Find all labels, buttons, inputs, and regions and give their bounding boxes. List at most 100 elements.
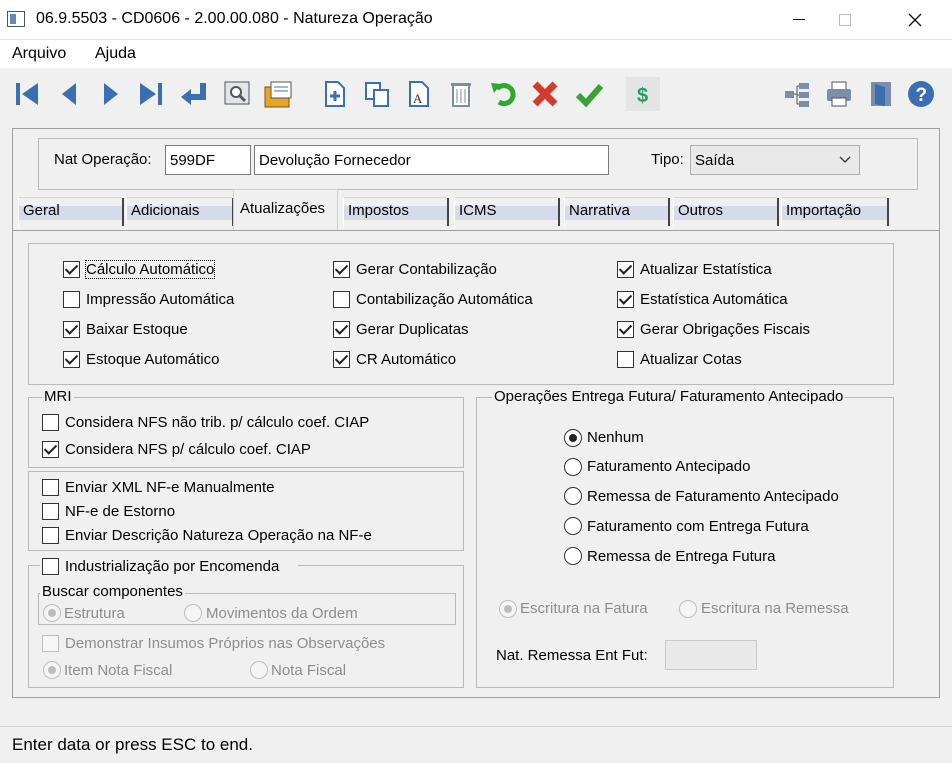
checkbox-gerar-duplicatas[interactable]: [333, 321, 350, 338]
label-escritura-remessa: Escritura na Remessa: [701, 600, 849, 617]
radio-faturamento-antecipado[interactable]: [564, 458, 582, 476]
checkbox-impressao-automatica[interactable]: [63, 291, 80, 308]
radio-remessa-entrega-futura[interactable]: [564, 547, 582, 565]
label-nota-fiscal: Nota Fiscal: [271, 662, 347, 679]
label-calculo-automatico: Cálculo Automático: [84, 260, 216, 279]
help-icon[interactable]: ?: [904, 77, 938, 111]
add-icon[interactable]: [318, 77, 352, 111]
edit-icon[interactable]: A: [402, 77, 436, 111]
label-estatistica-automatica: Estatística Automática: [640, 291, 788, 308]
nat-operacao-desc-input[interactable]: Devolução Fornecedor: [254, 145, 609, 175]
checkbox-mri-considera[interactable]: [42, 441, 59, 458]
next-icon[interactable]: [94, 77, 128, 111]
nat-operacao-code-input[interactable]: 599DF: [165, 145, 251, 175]
label-remessa-entrega-futura: Remessa de Entrega Futura: [587, 548, 776, 565]
label-impressao-automatica: Impressão Automática: [86, 291, 235, 308]
radio-movimentos-ordem[interactable]: [184, 604, 202, 622]
search-icon[interactable]: [220, 77, 254, 111]
copy-icon[interactable]: [360, 77, 394, 111]
menu-ajuda[interactable]: Ajuda: [95, 45, 136, 63]
exit-icon[interactable]: [864, 77, 898, 111]
radio-nota-fiscal[interactable]: [250, 661, 268, 679]
label-cr-automatico: CR Automático: [356, 351, 457, 368]
dollar-icon[interactable]: $: [626, 77, 660, 111]
checkbox-gerar-contabilizacao[interactable]: [333, 261, 350, 278]
checkbox-enviar-descricao[interactable]: [42, 527, 59, 544]
label-mri-nao-trib: Considera NFS não trib. p/ cálculo coef.…: [65, 414, 370, 431]
maximize-button[interactable]: [822, 0, 868, 40]
label-estrutura: Estrutura: [64, 605, 125, 622]
label-enviar-xml: Enviar XML NF-e Manualmente: [65, 479, 275, 496]
checkbox-calculo-automatico[interactable]: [63, 261, 80, 278]
label-item-nota-fiscal: Item Nota Fiscal: [64, 662, 173, 679]
checkbox-industrializacao[interactable]: [42, 558, 59, 575]
label-mri-considera: Considera NFS p/ cálculo coef. CIAP: [65, 441, 311, 458]
zoom-icon[interactable]: [262, 77, 296, 111]
undo-icon[interactable]: [486, 77, 520, 111]
tab-icms[interactable]: ICMS: [454, 197, 560, 227]
cancel-icon[interactable]: [528, 77, 562, 111]
label-industrializacao: Industrialização por Encomenda: [65, 558, 280, 575]
checkbox-nfe-estorno[interactable]: [42, 503, 59, 520]
svg-text:?: ?: [916, 85, 928, 106]
nat-remessa-input[interactable]: [665, 640, 757, 670]
label-remessa-faturamento-antecipado: Remessa de Faturamento Antecipado: [587, 488, 839, 505]
label-faturamento-entrega-futura: Faturamento com Entrega Futura: [587, 518, 809, 535]
print-icon[interactable]: [822, 77, 856, 111]
delete-icon[interactable]: [444, 77, 478, 111]
radio-escritura-remessa[interactable]: [679, 600, 697, 618]
minimize-button[interactable]: [776, 0, 822, 40]
radio-item-nota-fiscal[interactable]: [43, 661, 61, 679]
radio-remessa-faturamento-antecipado[interactable]: [564, 487, 582, 505]
svg-text:A: A: [413, 91, 423, 106]
tab-adicionais[interactable]: Adicionais: [126, 197, 234, 227]
checkbox-baixar-estoque[interactable]: [63, 321, 80, 338]
checkbox-estatistica-automatica[interactable]: [617, 291, 634, 308]
menu-bar: Arquivo Ajuda: [0, 40, 952, 68]
buscar-componentes-title: Buscar componentes: [40, 583, 185, 600]
checkbox-cr-automatico[interactable]: [333, 351, 350, 368]
label-faturamento-antecipado: Faturamento Antecipado: [587, 458, 751, 475]
tree-icon[interactable]: [780, 77, 814, 111]
radio-faturamento-entrega-futura[interactable]: [564, 517, 582, 535]
checkbox-estoque-automatico[interactable]: [63, 351, 80, 368]
checkbox-gerar-obrigacoes-fiscais[interactable]: [617, 321, 634, 338]
tab-outros[interactable]: Outros: [673, 197, 779, 227]
tipo-value: Saída: [695, 152, 735, 169]
label-demonstrar-insumos: Demonstrar Insumos Próprios nas Observaç…: [65, 635, 386, 652]
label-baixar-estoque: Baixar Estoque: [86, 321, 188, 338]
checkbox-mri-nao-trib[interactable]: [42, 414, 59, 431]
last-icon[interactable]: [134, 77, 168, 111]
close-button[interactable]: [892, 0, 938, 40]
label-enviar-descricao: Enviar Descrição Natureza Operação na NF…: [65, 527, 372, 544]
previous-icon[interactable]: [52, 77, 86, 111]
tab-atualizacoes[interactable]: Atualizações: [233, 189, 338, 231]
save-icon[interactable]: [572, 77, 606, 111]
checkbox-atualizar-cotas[interactable]: [617, 351, 634, 368]
checkbox-atualizar-estatistica[interactable]: [617, 261, 634, 278]
close-icon: [908, 13, 922, 27]
status-bar: Enter data or press ESC to end.: [0, 726, 952, 763]
tipo-select[interactable]: Saída: [690, 145, 860, 175]
tab-importacao[interactable]: Importação: [781, 197, 889, 227]
tab-impostos[interactable]: Impostos: [343, 197, 449, 227]
checkbox-contabilizacao-automatica[interactable]: [333, 291, 350, 308]
checkbox-enviar-xml[interactable]: [42, 479, 59, 496]
checkbox-demonstrar-insumos[interactable]: [42, 635, 59, 652]
label-estoque-automatico: Estoque Automático: [86, 351, 220, 368]
tab-narrativa[interactable]: Narrativa: [564, 197, 670, 227]
label-escritura-fatura: Escritura na Fatura: [520, 600, 648, 617]
radio-estrutura[interactable]: [43, 604, 61, 622]
radio-escritura-fatura[interactable]: [499, 600, 517, 618]
title-bar: 06.9.5503 - CD0606 - 2.00.00.080 - Natur…: [0, 0, 952, 40]
label-atualizar-estatistica: Atualizar Estatística: [640, 261, 772, 278]
tab-divider: [12, 230, 940, 231]
menu-arquivo[interactable]: Arquivo: [12, 45, 66, 63]
tab-geral[interactable]: Geral: [18, 197, 124, 227]
first-icon[interactable]: [10, 77, 44, 111]
goto-icon[interactable]: [176, 77, 210, 111]
label-nenhum: Nenhum: [587, 429, 644, 446]
minimize-icon: [793, 19, 805, 20]
radio-nenhum[interactable]: [564, 429, 582, 447]
label-gerar-duplicatas: Gerar Duplicatas: [356, 321, 469, 338]
